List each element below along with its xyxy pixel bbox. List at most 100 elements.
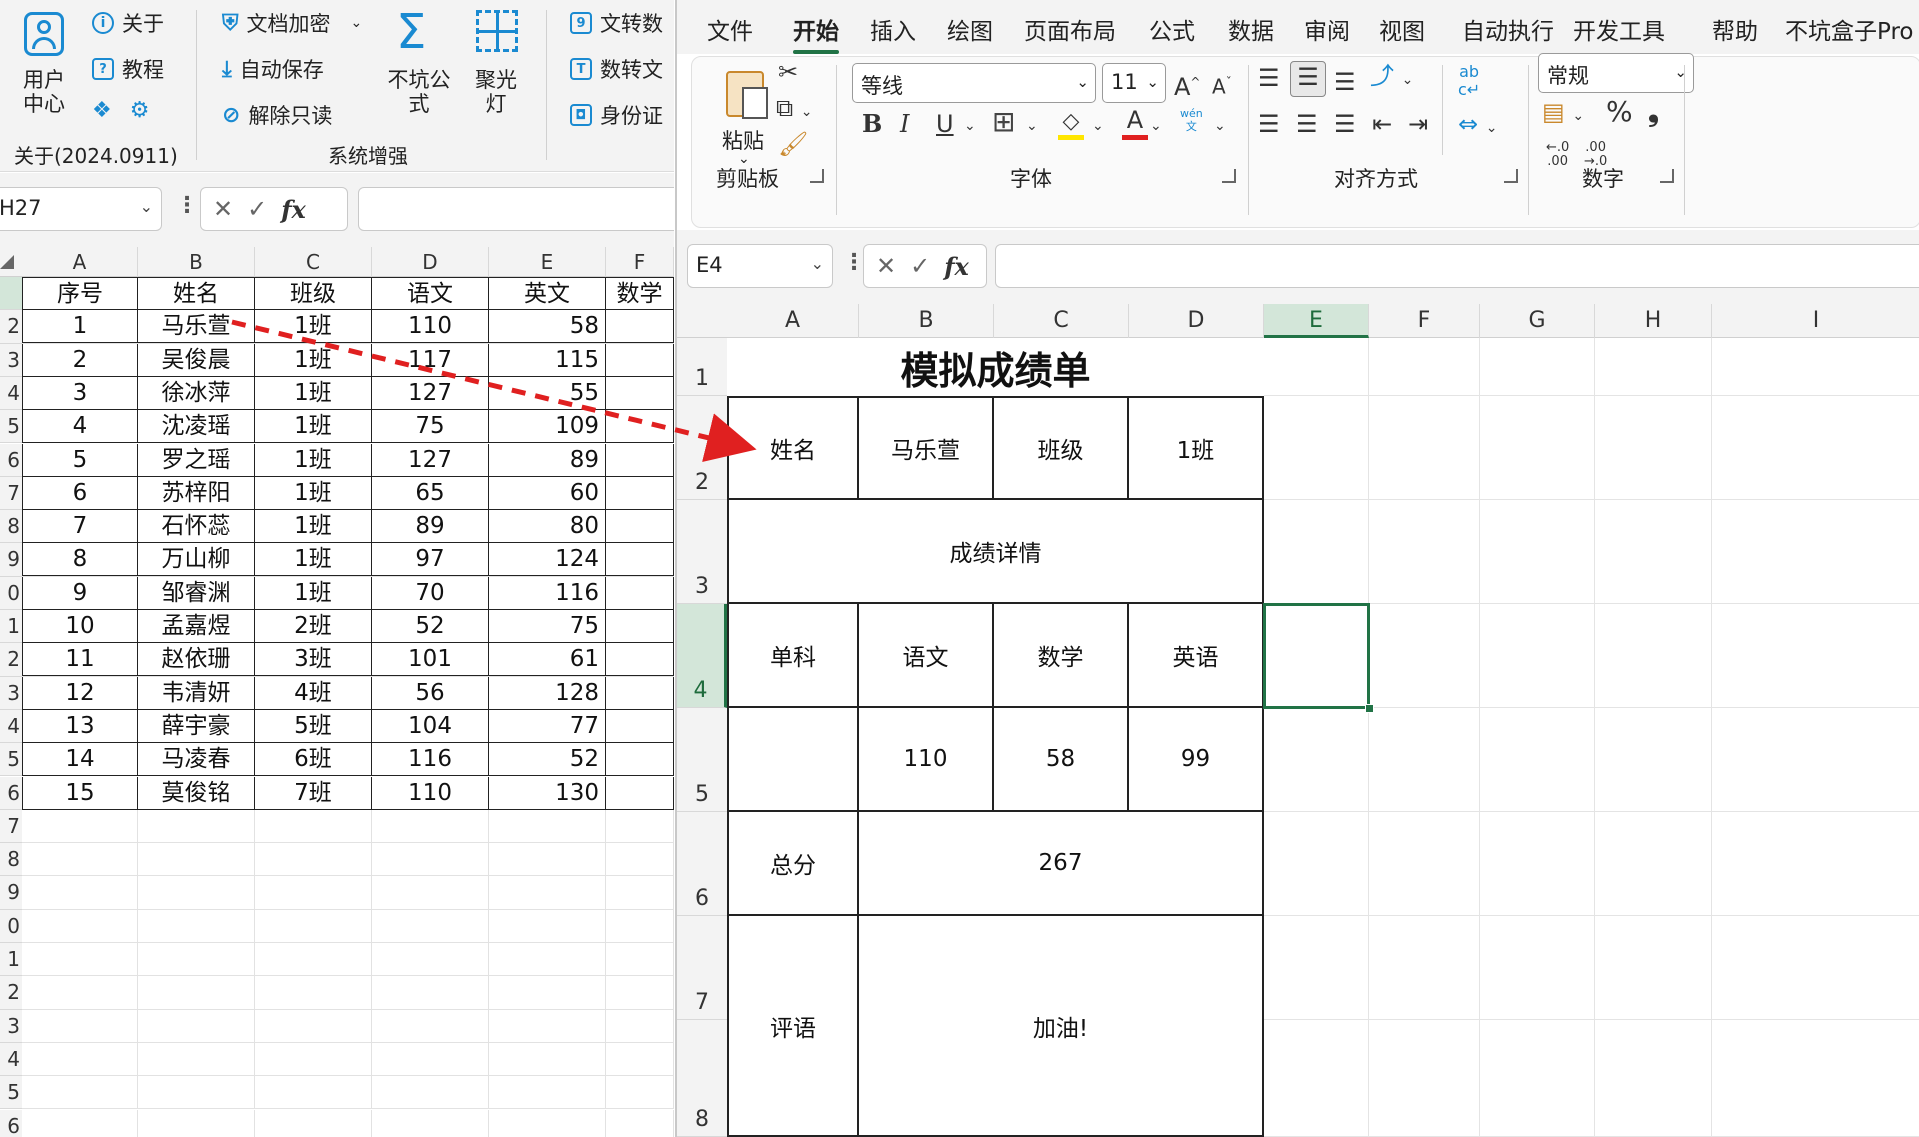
right-grid-cell[interactable] [1712, 916, 1919, 1020]
left-row-header[interactable]: 6 [0, 776, 22, 810]
settings-gear-icon[interactable]: ⚙ [130, 98, 150, 123]
phonetic-guide-icon[interactable]: wén 文 [1180, 107, 1203, 133]
menu-tab-6[interactable]: 数据 [1228, 12, 1274, 46]
score-cell[interactable]: 99 [1129, 708, 1264, 812]
cancel-x-icon[interactable]: ✕ [876, 252, 896, 280]
left-table-cell[interactable]: 13 [22, 709, 138, 743]
left-table-cell[interactable]: 10 [22, 610, 138, 643]
left-table-cell[interactable]: 11 [22, 643, 138, 677]
left-table-cell[interactable]: 75 [372, 410, 489, 444]
right-grid-cell[interactable] [1595, 396, 1712, 500]
left-grid-cell[interactable] [606, 876, 674, 910]
left-table-cell[interactable] [606, 576, 674, 610]
left-table-header-cell[interactable]: 班级 [255, 277, 372, 310]
menu-tab-4[interactable]: 页面布局 [1024, 12, 1116, 46]
menu-tab-12[interactable]: 不坑盒子Pro [1785, 12, 1914, 46]
total-value-cell[interactable]: 267 [859, 812, 1264, 916]
left-table-cell[interactable] [606, 676, 674, 710]
left-grid-cell[interactable] [372, 843, 489, 877]
left-grid-cell[interactable] [22, 876, 138, 910]
score-cell[interactable]: 58 [994, 708, 1129, 812]
left-grid-cell[interactable] [22, 809, 138, 844]
left-grid-cell[interactable] [138, 843, 255, 877]
left-grid-cell[interactable] [606, 809, 674, 844]
left-grid-cell[interactable] [489, 876, 606, 910]
alignment-launcher-icon[interactable] [1504, 169, 1518, 183]
class-value-cell[interactable]: 1班 [1129, 396, 1264, 500]
left-table-cell[interactable] [606, 543, 674, 577]
left-table-cell[interactable]: 邹睿渊 [138, 576, 255, 610]
align-left-icon[interactable]: ☰ [1258, 109, 1280, 139]
left-grid-cell[interactable] [372, 1109, 489, 1137]
left-grid-cell[interactable] [138, 1076, 255, 1110]
left-row-header[interactable]: 0 [0, 909, 22, 943]
left-table-cell[interactable]: 1班 [255, 310, 372, 344]
right-row-header[interactable]: 7 [677, 916, 727, 1020]
left-table-cell[interactable]: 65 [372, 476, 489, 510]
right-grid-cell[interactable] [1264, 500, 1369, 604]
left-row-header[interactable]: 2 [0, 976, 22, 1010]
right-grid-cell[interactable] [1369, 1020, 1480, 1137]
left-table-cell[interactable]: 2班 [255, 610, 372, 643]
left-table-cell[interactable]: 5 [22, 443, 138, 477]
left-name-box[interactable]: H27 ⌄ [0, 187, 162, 231]
left-table-cell[interactable]: 1班 [255, 410, 372, 444]
chevron-down-icon[interactable]: ⌄ [1150, 111, 1162, 141]
right-row-header[interactable]: 1 [677, 338, 727, 396]
left-row-header[interactable]: 4 [0, 1042, 22, 1077]
left-table-cell[interactable] [606, 310, 674, 344]
left-table-cell[interactable]: 55 [489, 376, 606, 410]
auto-save-button[interactable]: ⤓ 自动保存 [222, 54, 324, 84]
left-grid-cell[interactable] [606, 976, 674, 1010]
right-row-header[interactable]: 8 [677, 1020, 727, 1137]
left-col-header[interactable]: B [138, 247, 255, 277]
left-grid-cell[interactable] [255, 809, 372, 844]
right-grid-cell[interactable] [1595, 604, 1712, 708]
left-grid-cell[interactable] [489, 1109, 606, 1137]
subject-cell[interactable]: 数学 [994, 604, 1129, 708]
left-row-header[interactable]: 1 [0, 610, 22, 644]
left-table-cell[interactable] [606, 643, 674, 677]
right-grid-cell[interactable] [1712, 396, 1919, 500]
font-color-icon[interactable]: A [1120, 105, 1150, 140]
left-grid-cell[interactable] [372, 976, 489, 1010]
menu-tab-10[interactable]: 开发工具 [1573, 12, 1665, 46]
right-col-header[interactable]: H [1595, 304, 1712, 338]
cut-scissors-icon[interactable]: ✂ [778, 57, 798, 87]
right-grid-cell[interactable] [1264, 812, 1369, 916]
left-table-cell[interactable]: 马凌春 [138, 743, 255, 777]
menu-tab-9[interactable]: 自动执行 [1462, 12, 1554, 46]
left-table-cell[interactable]: 5班 [255, 709, 372, 743]
right-grid-cell[interactable] [1712, 812, 1919, 916]
chevron-down-icon[interactable]: ⌄ [1026, 111, 1038, 141]
left-row-header[interactable]: 5 [0, 1076, 22, 1110]
menu-tab-1[interactable]: 开始 [793, 12, 839, 54]
left-table-cell[interactable]: 6班 [255, 743, 372, 777]
left-grid-cell[interactable] [138, 909, 255, 943]
left-table-cell[interactable]: 苏梓阳 [138, 476, 255, 510]
right-grid-cell[interactable] [1595, 338, 1712, 396]
left-table-cell[interactable]: 1班 [255, 543, 372, 577]
left-table-cell[interactable]: 1班 [255, 510, 372, 544]
left-grid-cell[interactable] [138, 1042, 255, 1077]
left-row-header[interactable]: 1 [0, 943, 22, 977]
left-row-header[interactable]: 5 [0, 410, 22, 444]
comment-label-cell[interactable]: 评语 [727, 916, 859, 1137]
number-format-select[interactable]: 常规 ⌄ [1538, 53, 1694, 93]
left-grid-cell[interactable] [22, 1042, 138, 1077]
left-grid-cell[interactable] [22, 1076, 138, 1110]
increase-indent-icon[interactable]: ⇥ [1408, 109, 1428, 139]
id-card-button[interactable]: ◘ 身份证 [570, 100, 663, 130]
tutorial-button[interactable]: ? 教程 [92, 54, 164, 84]
underline-button[interactable]: U [936, 109, 954, 139]
left-table-cell[interactable]: 1班 [255, 443, 372, 477]
doc-encrypt-button[interactable]: ⛨ 文档加密 ⌄ [222, 8, 362, 38]
about-button[interactable]: i 关于 [92, 8, 164, 38]
left-table-cell[interactable]: 116 [372, 743, 489, 777]
left-table-cell[interactable]: 罗之瑶 [138, 443, 255, 477]
right-col-header[interactable]: B [859, 304, 994, 338]
left-table-cell[interactable] [606, 476, 674, 510]
right-col-header[interactable]: E [1264, 304, 1369, 338]
comment-value-cell[interactable]: 加油! [859, 916, 1264, 1137]
right-grid-cell[interactable] [1595, 916, 1712, 1020]
